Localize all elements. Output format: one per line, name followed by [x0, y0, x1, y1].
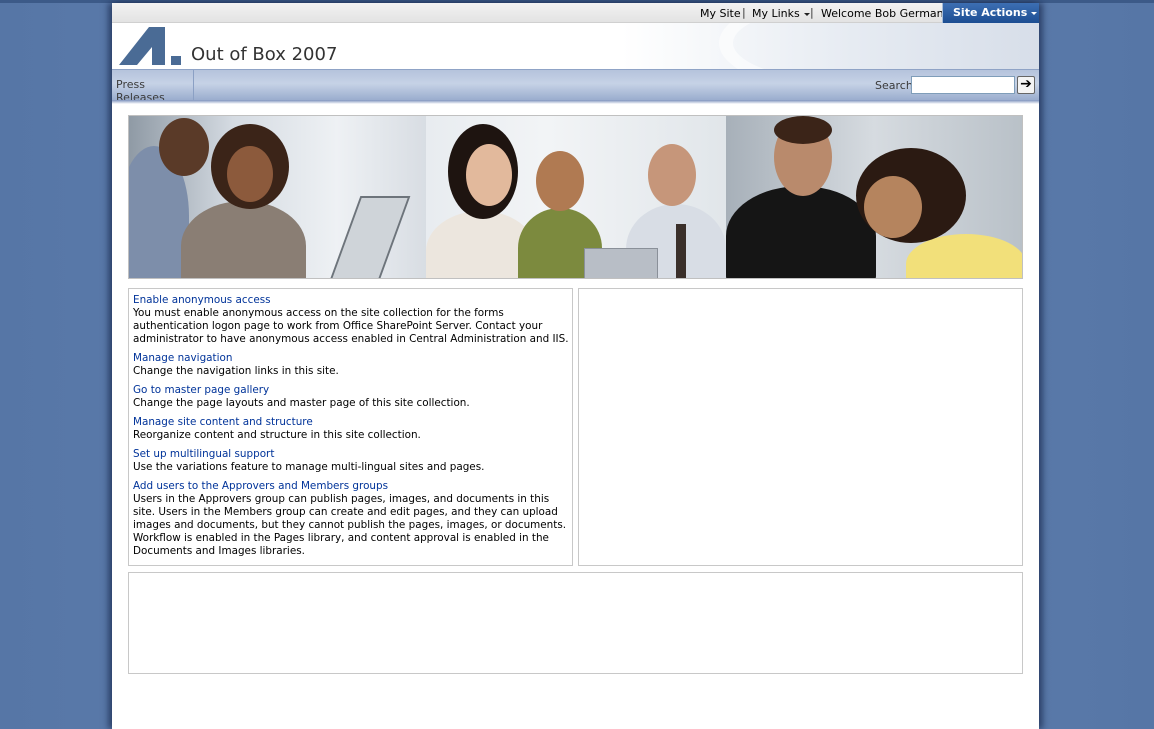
arrow-right-icon: ➔	[1020, 76, 1032, 92]
task-link-manage-site-content[interactable]: Manage site content and structure	[133, 416, 569, 429]
global-navigation-bar: My Site | My Links | Welcome Bob German …	[112, 3, 1039, 23]
person-face	[466, 144, 513, 206]
task-item: Manage navigation Change the navigation …	[133, 352, 569, 378]
task-description: Change the page layouts and master page …	[133, 397, 470, 409]
header-decoration	[719, 23, 1039, 69]
site-actions-label: Site Actions	[953, 6, 1028, 19]
task-item: Add users to the Approvers and Members g…	[133, 480, 569, 558]
site-actions-menu[interactable]: Site Actions	[942, 3, 1039, 23]
my-links-menu[interactable]: My Links	[752, 7, 810, 20]
welcome-menu[interactable]: Welcome Bob German	[821, 7, 954, 20]
chevron-down-icon	[1031, 11, 1038, 15]
separator: |	[810, 6, 814, 19]
search-go-button[interactable]: ➔	[1017, 76, 1035, 94]
task-link-master-page-gallery[interactable]: Go to master page gallery	[133, 384, 569, 397]
site-title[interactable]: Out of Box 2007	[191, 44, 337, 65]
welcome-label: Welcome Bob German	[821, 7, 944, 20]
search-label: Search	[875, 79, 913, 92]
task-link-enable-anonymous-access[interactable]: Enable anonymous access	[133, 294, 569, 307]
monitor-shape	[327, 196, 411, 278]
person-head	[536, 151, 585, 211]
my-site-link[interactable]: My Site	[700, 7, 741, 20]
task-item: Manage site content and structure Reorga…	[133, 416, 569, 442]
task-item: Enable anonymous access You must enable …	[133, 294, 569, 346]
my-links-label: My Links	[752, 7, 800, 20]
right-web-part-zone	[578, 288, 1023, 566]
task-link-manage-navigation[interactable]: Manage navigation	[133, 352, 569, 365]
task-description: Use the variations feature to manage mul…	[133, 461, 485, 473]
task-link-multilingual-support[interactable]: Set up multilingual support	[133, 448, 569, 461]
task-description: Change the navigation links in this site…	[133, 365, 339, 377]
banner-image	[128, 115, 1023, 279]
task-item: Set up multilingual support Use the vari…	[133, 448, 569, 474]
top-navigation-bar: Press Releases Search ➔	[112, 69, 1039, 104]
banner-photo-1	[129, 116, 427, 278]
task-item: Go to master page gallery Change the pag…	[133, 384, 569, 410]
chevron-down-icon	[803, 12, 810, 16]
task-link-add-users[interactable]: Add users to the Approvers and Members g…	[133, 480, 569, 493]
person-head	[648, 144, 697, 206]
bottom-web-part-zone	[128, 572, 1023, 674]
person-head	[159, 118, 209, 176]
person-face	[863, 176, 922, 238]
task-description: You must enable anonymous access on the …	[133, 307, 569, 345]
person-hair	[773, 116, 832, 144]
banner-photo-3	[725, 116, 1022, 278]
banner-photo-2	[426, 116, 726, 278]
task-description: Reorganize content and structure in this…	[133, 429, 421, 441]
tasks-web-part: Enable anonymous access You must enable …	[128, 288, 573, 566]
search-input[interactable]	[911, 76, 1015, 94]
task-description: Users in the Approvers group can publish…	[133, 493, 567, 557]
nav-item-press-releases[interactable]: Press Releases	[112, 70, 194, 104]
person-figure	[725, 186, 876, 278]
tie-shape	[676, 224, 687, 278]
separator: |	[742, 6, 746, 19]
person-figure	[181, 201, 306, 278]
site-logo-icon[interactable]	[119, 27, 185, 65]
person-face	[227, 146, 273, 202]
page-container: My Site | My Links | Welcome Bob German …	[112, 3, 1039, 729]
laptop-shape	[584, 248, 659, 278]
site-header: Out of Box 2007	[112, 23, 1039, 69]
